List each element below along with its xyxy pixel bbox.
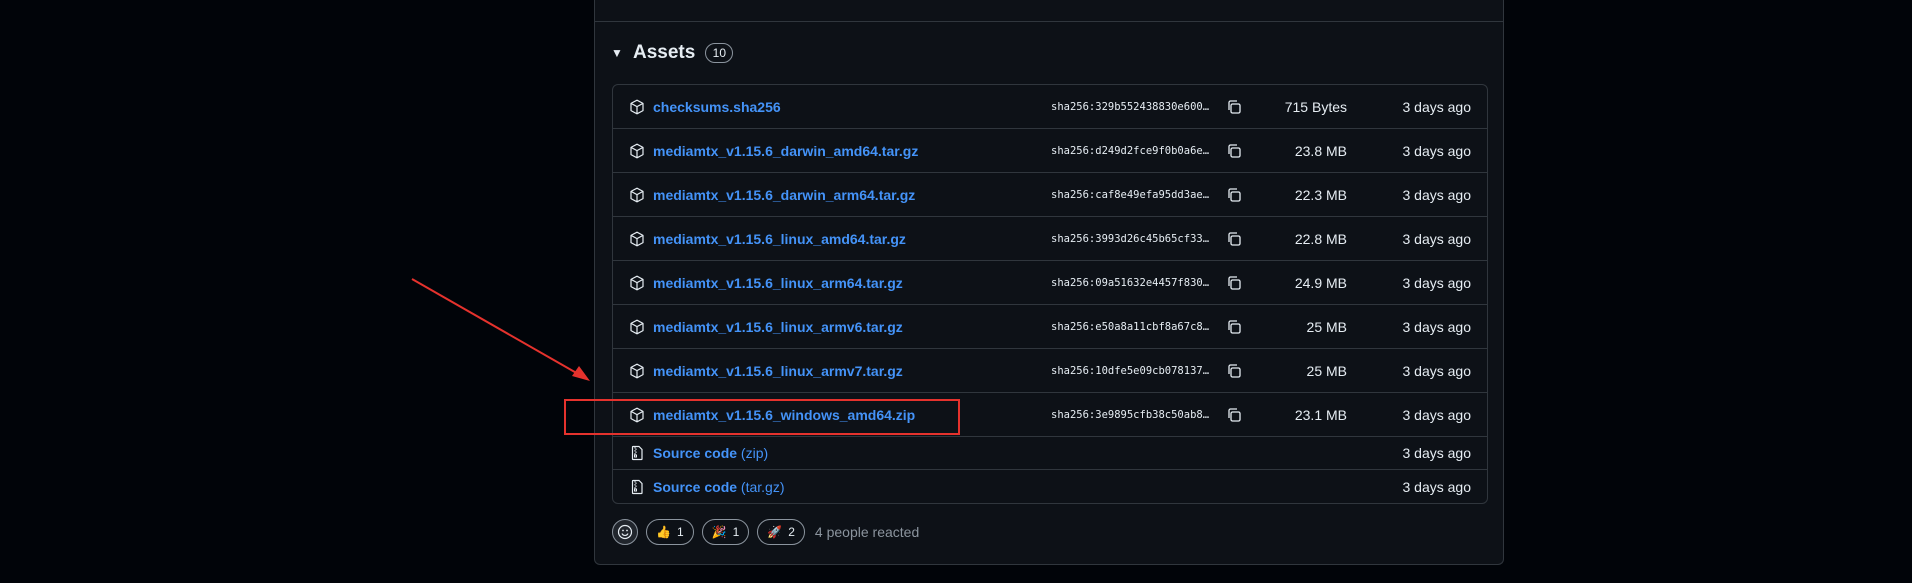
party-popper-icon: 🎉 [711, 525, 727, 539]
file-zip-icon [631, 479, 643, 494]
asset-date: 3 days ago [1402, 230, 1472, 247]
asset-sha256: sha256:e50a8a11cbf8a67c8… [1051, 320, 1210, 333]
copy-icon[interactable] [1226, 231, 1242, 247]
asset-link[interactable]: mediamtx_v1.15.6_linux_armv6.tar.gz [653, 319, 903, 335]
asset-date: 3 days ago [1402, 98, 1472, 115]
reactions-summary: 4 people reacted [814, 524, 920, 540]
asset-row: mediamtx_v1.15.6_linux_amd64.tar.gz sha2… [613, 217, 1487, 261]
asset-link[interactable]: mediamtx_v1.15.6_linux_armv7.tar.gz [653, 363, 903, 379]
asset-date: 3 days ago [1402, 362, 1472, 379]
add-reaction-button[interactable] [612, 519, 638, 545]
package-icon [630, 363, 644, 378]
asset-sha256: sha256:329b552438830e600… [1051, 100, 1210, 113]
triangle-down-icon[interactable]: ▼ [611, 46, 623, 60]
copy-icon[interactable] [1226, 363, 1242, 379]
assets-header[interactable]: ▼ Assets 10 [611, 42, 734, 64]
asset-sha256: sha256:3e9895cfb38c50ab8… [1051, 408, 1210, 421]
reaction-count: 1 [732, 525, 740, 539]
source-code-row: Source code (zip) 3 days ago [613, 437, 1487, 470]
copy-icon[interactable] [1226, 407, 1242, 423]
asset-link[interactable]: mediamtx_v1.15.6_darwin_arm64.tar.gz [653, 187, 915, 203]
asset-sha256: sha256:3993d26c45b65cf33… [1051, 232, 1210, 245]
package-icon [630, 99, 644, 114]
asset-size: 715 Bytes [1284, 98, 1347, 115]
asset-date: 3 days ago [1402, 478, 1472, 495]
release-card: ▼ Assets 10 checksums.sha256 sha256:329b… [594, 0, 1504, 565]
asset-size: 24.9 MB [1294, 274, 1347, 291]
copy-icon[interactable] [1226, 143, 1242, 159]
package-icon [630, 143, 644, 158]
package-icon [630, 275, 644, 290]
copy-icon[interactable] [1226, 275, 1242, 291]
asset-row: mediamtx_v1.15.6_linux_arm64.tar.gz sha2… [613, 261, 1487, 305]
source-code-link[interactable]: Source code (zip) [653, 445, 768, 461]
asset-date: 3 days ago [1402, 142, 1472, 159]
reaction-thumbs-up[interactable]: 👍 1 [646, 519, 694, 545]
asset-row: mediamtx_v1.15.6_linux_armv6.tar.gz sha2… [613, 305, 1487, 349]
asset-date: 3 days ago [1402, 445, 1472, 461]
asset-row: mediamtx_v1.15.6_darwin_amd64.tar.gz sha… [613, 129, 1487, 173]
divider [595, 21, 1503, 22]
asset-size: 25 MB [1306, 318, 1347, 335]
reaction-hooray[interactable]: 🎉 1 [701, 519, 750, 545]
asset-date: 3 days ago [1402, 406, 1472, 423]
asset-size: 22.3 MB [1294, 186, 1347, 203]
assets-list: checksums.sha256 sha256:329b552438830e60… [612, 84, 1488, 504]
source-code-label: Source code [653, 445, 738, 461]
asset-sha256: sha256:caf8e49efa95dd3ae… [1051, 188, 1210, 201]
package-icon [630, 187, 644, 202]
package-icon [630, 319, 644, 334]
asset-sha256: sha256:10dfe5e09cb078137… [1051, 364, 1210, 377]
asset-sha256: sha256:d249d2fce9f0b0a6e… [1051, 144, 1210, 157]
source-code-format: (tar.gz) [740, 478, 785, 495]
package-icon [630, 231, 644, 246]
asset-size: 23.8 MB [1294, 142, 1347, 159]
reaction-count: 1 [676, 525, 684, 539]
asset-link[interactable]: checksums.sha256 [653, 99, 781, 115]
source-code-label: Source code [653, 478, 738, 495]
asset-row: mediamtx_v1.15.6_linux_armv7.tar.gz sha2… [613, 349, 1487, 393]
asset-link[interactable]: mediamtx_v1.15.6_linux_arm64.tar.gz [653, 275, 903, 291]
source-code-row: Source code (tar.gz) 3 days ago [613, 470, 1487, 503]
source-code-link[interactable]: Source code (tar.gz) [653, 479, 785, 495]
asset-link[interactable]: mediamtx_v1.15.6_darwin_amd64.tar.gz [653, 143, 918, 159]
assets-title: Assets [633, 42, 696, 63]
copy-icon[interactable] [1226, 319, 1242, 335]
asset-date: 3 days ago [1402, 186, 1472, 203]
reactions-bar: 👍 1 🎉 1 🚀 2 4 people reacted [612, 519, 919, 545]
asset-date: 3 days ago [1402, 274, 1472, 291]
asset-link[interactable]: mediamtx_v1.15.6_linux_amd64.tar.gz [653, 231, 906, 247]
file-zip-icon [631, 445, 643, 461]
thumbs-up-icon: 👍 [656, 525, 671, 539]
page: ▼ Assets 10 checksums.sha256 sha256:329b… [0, 0, 1912, 583]
smiley-icon [617, 524, 633, 540]
assets-count-badge: 10 [705, 43, 734, 63]
copy-icon[interactable] [1226, 187, 1242, 203]
reaction-count: 2 [788, 525, 795, 539]
asset-size: 22.8 MB [1294, 230, 1347, 247]
copy-icon[interactable] [1226, 99, 1242, 115]
asset-size: 25 MB [1306, 362, 1347, 379]
rocket-icon: 🚀 [767, 525, 783, 539]
source-code-format: (zip) [740, 445, 769, 461]
annotation-highlight-box [564, 399, 960, 435]
asset-date: 3 days ago [1402, 318, 1472, 335]
asset-row: checksums.sha256 sha256:329b552438830e60… [613, 85, 1487, 129]
reaction-rocket[interactable]: 🚀 2 [757, 519, 805, 545]
asset-sha256: sha256:09a51632e4457f830… [1051, 276, 1210, 289]
asset-size: 23.1 MB [1294, 406, 1347, 423]
asset-row: mediamtx_v1.15.6_darwin_arm64.tar.gz sha… [613, 173, 1487, 217]
